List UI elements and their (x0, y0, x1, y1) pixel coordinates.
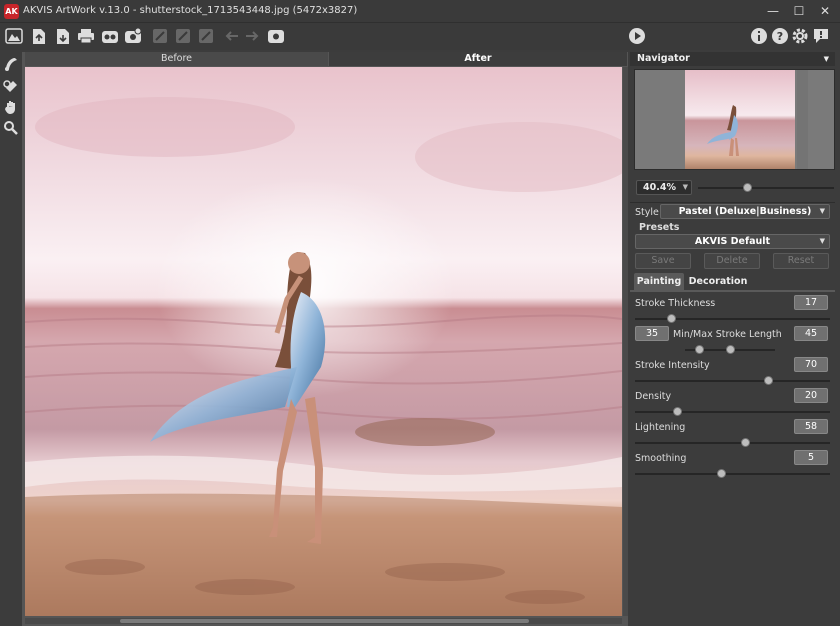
stroke-thickness-label: Stroke Thickness (635, 298, 716, 309)
info-icon[interactable] (750, 27, 768, 45)
lightening-value[interactable]: 58 (794, 419, 828, 434)
zoom-value: 40.4% (643, 182, 676, 193)
share-icon[interactable] (174, 27, 192, 45)
stroke-length-label: Min/Max Stroke Length (673, 329, 782, 340)
collapse-icon[interactable]: ▼ (824, 52, 829, 66)
density-value[interactable]: 20 (794, 388, 828, 403)
chevron-down-icon: ▼ (819, 207, 825, 215)
stroke-intensity-value[interactable]: 70 (794, 357, 828, 372)
zoom-dropdown-icon: ▼ (682, 183, 688, 191)
stroke-length-min-knob[interactable] (695, 345, 704, 354)
save-preset-button[interactable]: Save (635, 253, 691, 269)
presets-select[interactable]: AKVIS Default ▼ (635, 234, 830, 249)
toolbar: ? (0, 23, 840, 50)
navigator-preview[interactable] (634, 69, 835, 170)
news-icon[interactable] (812, 27, 830, 45)
title-bar: AK AKVIS ArtWork v.13.0 - shutterstock_1… (0, 0, 840, 23)
zoom-select[interactable]: 40.4% ▼ (636, 180, 692, 195)
smoothing-value[interactable]: 5 (794, 450, 828, 465)
density-track[interactable] (635, 411, 830, 413)
stroke-thickness-track[interactable] (635, 318, 830, 320)
delete-preset-button[interactable]: Delete (704, 253, 760, 269)
preferences-icon[interactable] (791, 27, 809, 45)
style-label: Style: (635, 207, 663, 218)
tab-decoration[interactable]: Decoration (688, 273, 748, 290)
smoothing-knob[interactable] (717, 469, 726, 478)
tab-after[interactable]: After (329, 52, 627, 66)
divider (630, 202, 835, 203)
redo-icon[interactable] (243, 27, 261, 45)
horizontal-scrollbar[interactable] (25, 618, 622, 624)
max-stroke-length-value[interactable]: 45 (794, 326, 828, 341)
clear-icon[interactable] (197, 27, 215, 45)
canvas-icon[interactable] (151, 27, 169, 45)
lightening-knob[interactable] (741, 438, 750, 447)
run-icon[interactable] (628, 27, 646, 45)
navigator-title: Navigator (637, 53, 690, 64)
min-stroke-length-value[interactable]: 35 (635, 326, 669, 341)
maximize-button[interactable]: ☐ (790, 3, 808, 19)
tab-underline (630, 290, 835, 292)
presets-value: AKVIS Default (694, 236, 771, 247)
lightening-label: Lightening (635, 422, 686, 433)
zoom-slider-knob[interactable] (743, 183, 752, 192)
print-icon[interactable] (77, 27, 95, 45)
open-file-icon[interactable] (30, 27, 48, 45)
home-icon[interactable] (5, 27, 23, 45)
reset-preset-button[interactable]: Reset (773, 253, 829, 269)
zoom-slider-track[interactable] (698, 187, 834, 189)
stroke-length-max-knob[interactable] (726, 345, 735, 354)
hand-icon[interactable] (3, 99, 19, 115)
stroke-thickness-value[interactable]: 17 (794, 295, 828, 310)
image-canvas: Before After (22, 52, 628, 626)
stroke-intensity-knob[interactable] (764, 376, 773, 385)
window-title: AKVIS ArtWork v.13.0 - shutterstock_1713… (23, 5, 358, 16)
minimize-button[interactable]: — (764, 3, 782, 19)
smoothing-label: Smoothing (635, 453, 687, 464)
close-button[interactable]: ✕ (816, 3, 834, 19)
stroke-thickness-knob[interactable] (667, 314, 676, 323)
eraser-icon[interactable] (3, 78, 19, 94)
stroke-intensity-label: Stroke Intensity (635, 360, 710, 371)
tab-painting[interactable]: Painting (634, 273, 684, 290)
style-select[interactable]: Pastel (Deluxe|Business) ▼ (660, 204, 830, 219)
density-label: Density (635, 391, 672, 402)
chevron-down-icon: ▼ (819, 237, 825, 245)
tool-palette (0, 52, 22, 626)
plugin-icon[interactable] (124, 27, 142, 45)
density-knob[interactable] (673, 407, 682, 416)
navigator-header[interactable]: Navigator ▼ (630, 52, 835, 66)
brush-icon[interactable] (3, 56, 19, 72)
settings-gear-icon[interactable] (267, 27, 285, 45)
style-value: Pastel (Deluxe|Business) (678, 206, 812, 217)
help-icon[interactable]: ? (771, 27, 789, 45)
smoothing-track[interactable] (635, 473, 830, 475)
presets-label: Presets (639, 222, 680, 233)
batch-icon[interactable] (101, 27, 119, 45)
undo-icon[interactable] (223, 27, 241, 45)
vertical-scrollbar[interactable] (623, 67, 628, 616)
stroke-intensity-track[interactable] (635, 380, 830, 382)
result-image[interactable] (25, 67, 622, 616)
save-file-icon[interactable] (54, 27, 72, 45)
horizontal-scroll-thumb[interactable] (120, 619, 529, 623)
zoom-icon[interactable] (3, 120, 19, 136)
svg-text:?: ? (777, 30, 783, 43)
lightening-track[interactable] (635, 442, 830, 444)
settings-panel: Navigator ▼ 40.4% ▼ Style: Pastel (Delux… (630, 52, 840, 626)
tab-before[interactable]: Before (25, 52, 328, 66)
app-logo: AK (4, 4, 19, 19)
